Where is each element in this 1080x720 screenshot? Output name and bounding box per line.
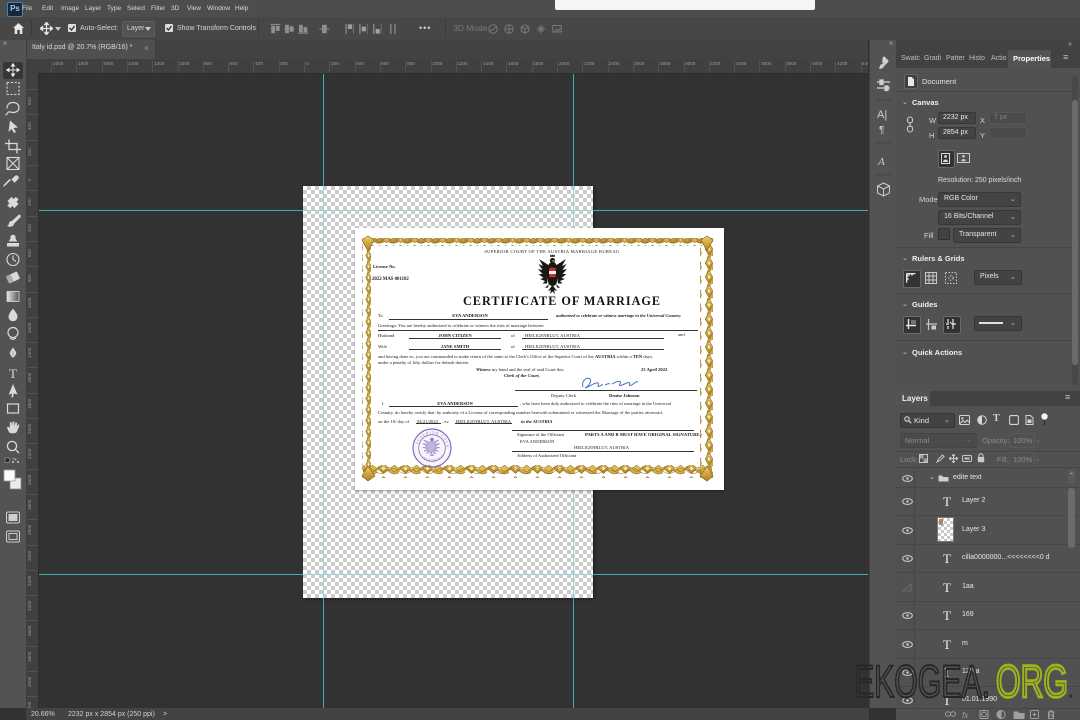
svg-text:fx: fx bbox=[962, 711, 969, 720]
svg-text:A|: A| bbox=[877, 109, 887, 121]
svg-text:ORG: ORG bbox=[996, 656, 1068, 707]
svg-text:A: A bbox=[877, 156, 885, 168]
svg-text:CERTIFICATE OF MARRIAGE: CERTIFICATE OF MARRIAGE bbox=[463, 294, 661, 308]
svg-text:T: T bbox=[9, 366, 17, 381]
svg-text:EKOGEA.: EKOGEA. bbox=[854, 656, 990, 707]
svg-text:¶: ¶ bbox=[879, 125, 884, 136]
